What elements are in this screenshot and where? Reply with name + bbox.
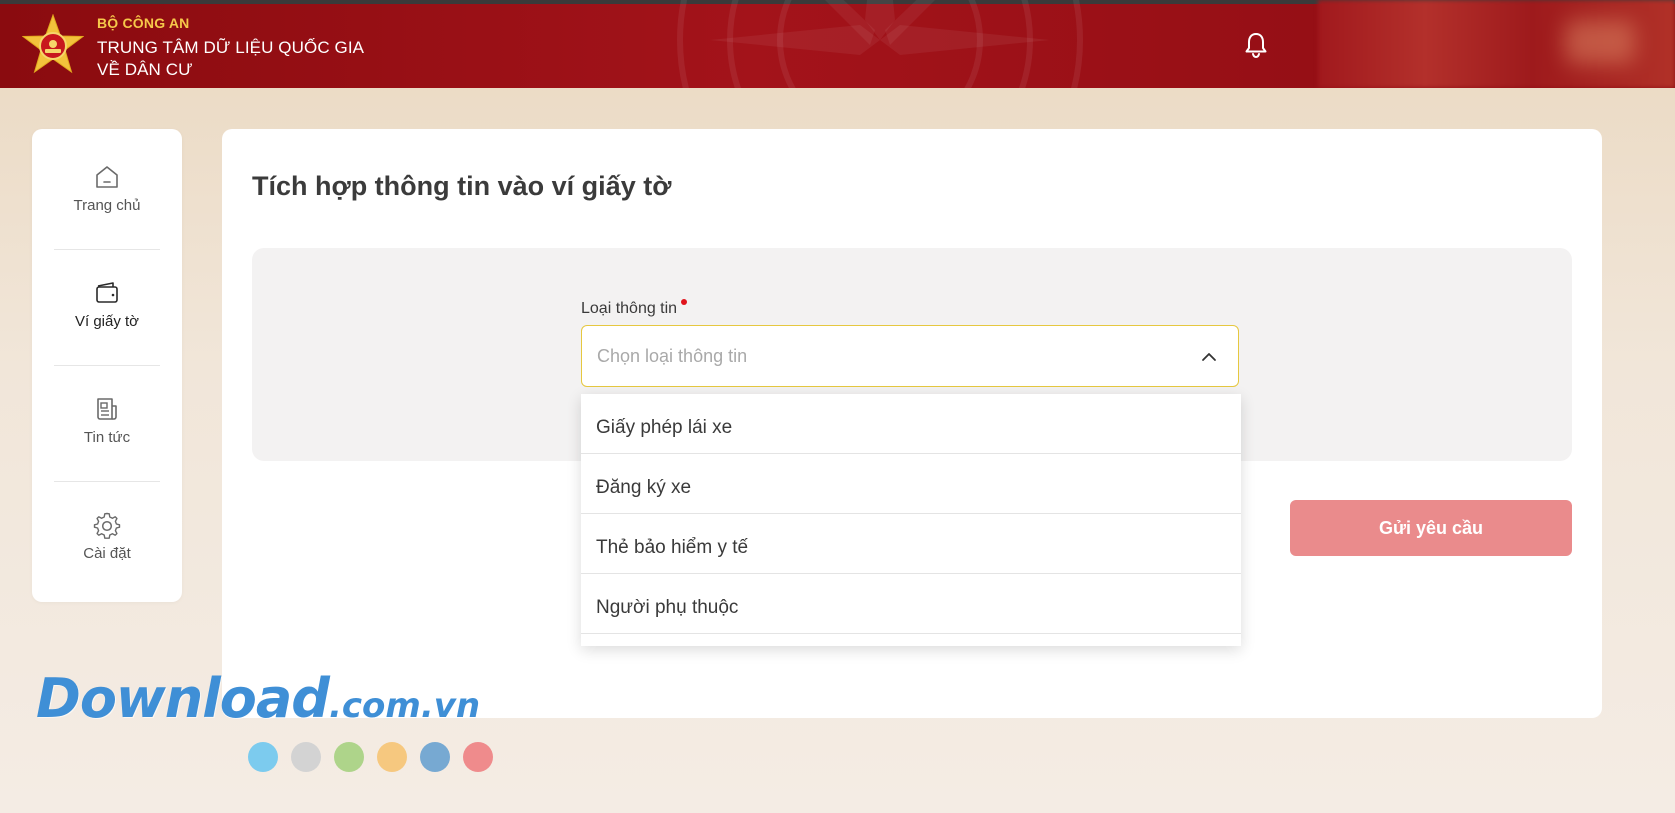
download-watermark: Download.com.vn xyxy=(36,672,480,726)
submit-request-button[interactable]: Gửi yêu cầu xyxy=(1290,500,1572,556)
brand-block: BỘ CÔNG AN TRUNG TÂM DỮ LIỆU QUỐC GIA VỀ… xyxy=(97,16,364,81)
police-emblem-logo xyxy=(22,14,84,74)
option-driver-license[interactable]: Giấy phép lái xe xyxy=(581,394,1241,454)
ministry-name: BỘ CÔNG AN xyxy=(97,15,190,31)
center-name: TRUNG TÂM DỮ LIỆU QUỐC GIA VỀ DÂN CƯ xyxy=(97,37,364,81)
option-label: Đăng ký xe xyxy=(596,477,692,498)
sidebar-item-wallet[interactable]: Ví giấy tờ xyxy=(32,245,182,361)
watermark-dot xyxy=(463,742,493,772)
required-indicator xyxy=(681,299,688,305)
drum-pattern-decoration xyxy=(677,0,1083,88)
sidebar-item-news[interactable]: Tin tức xyxy=(32,361,182,477)
news-icon xyxy=(97,398,117,420)
sidebar: Trang chủ Ví giấy tờ Tin tức Cài đặt xyxy=(32,129,182,602)
center-name-line-2: VỀ DÂN CƯ xyxy=(97,60,193,79)
chevron-up-icon xyxy=(1202,353,1216,361)
sidebar-item-label: Cài đặt xyxy=(83,545,131,562)
sidebar-item-label: Ví giấy tờ xyxy=(74,313,140,330)
page-title: Tích hợp thông tin vào ví giấy tờ xyxy=(252,171,672,201)
option-health-insurance[interactable]: Thẻ bảo hiểm y tế xyxy=(581,514,1241,574)
watermark-text-small: .com.vn xyxy=(328,686,481,726)
field-label: Loại thông tin xyxy=(581,299,688,318)
option-label: Người phụ thuộc xyxy=(596,597,739,618)
blurred-header-area xyxy=(1318,0,1675,88)
sidebar-item-settings[interactable]: Cài đặt xyxy=(32,477,182,593)
wallet-icon xyxy=(96,282,118,303)
option-vehicle-registration[interactable]: Đăng ký xe xyxy=(581,454,1241,514)
sidebar-item-home[interactable]: Trang chủ xyxy=(32,129,182,245)
center-name-line-1: TRUNG TÂM DỮ LIỆU QUỐC GIA xyxy=(97,38,365,57)
watermark-text-big: Download xyxy=(36,667,330,730)
option-label: Giấy phép lái xe xyxy=(596,417,733,438)
watermark-dot xyxy=(377,742,407,772)
info-type-select[interactable]: Chọn loại thông tin xyxy=(581,325,1239,387)
option-dependents[interactable]: Người phụ thuộc xyxy=(581,574,1241,634)
watermark-dot xyxy=(291,742,321,772)
main-panel: Tích hợp thông tin vào ví giấy tờ Loại t… xyxy=(222,129,1602,718)
watermark-dot xyxy=(334,742,364,772)
watermark-dots xyxy=(248,742,506,777)
watermark-dot xyxy=(420,742,450,772)
bell-icon[interactable] xyxy=(1242,31,1270,59)
info-type-dropdown: Giấy phép lái xe Đăng ký xe Thẻ bảo hiểm… xyxy=(581,394,1241,646)
sidebar-item-label: Tin tức xyxy=(83,429,131,446)
home-icon xyxy=(96,166,118,188)
gear-icon xyxy=(93,512,121,539)
select-placeholder: Chọn loại thông tin xyxy=(597,346,748,366)
field-label-text: Loại thông tin xyxy=(581,300,678,317)
sidebar-item-label: Trang chủ xyxy=(73,197,141,214)
watermark-dot xyxy=(248,742,278,772)
option-label: Thẻ bảo hiểm y tế xyxy=(596,537,749,558)
app-header: BỘ CÔNG AN TRUNG TÂM DỮ LIỆU QUỐC GIA VỀ… xyxy=(0,0,1675,88)
